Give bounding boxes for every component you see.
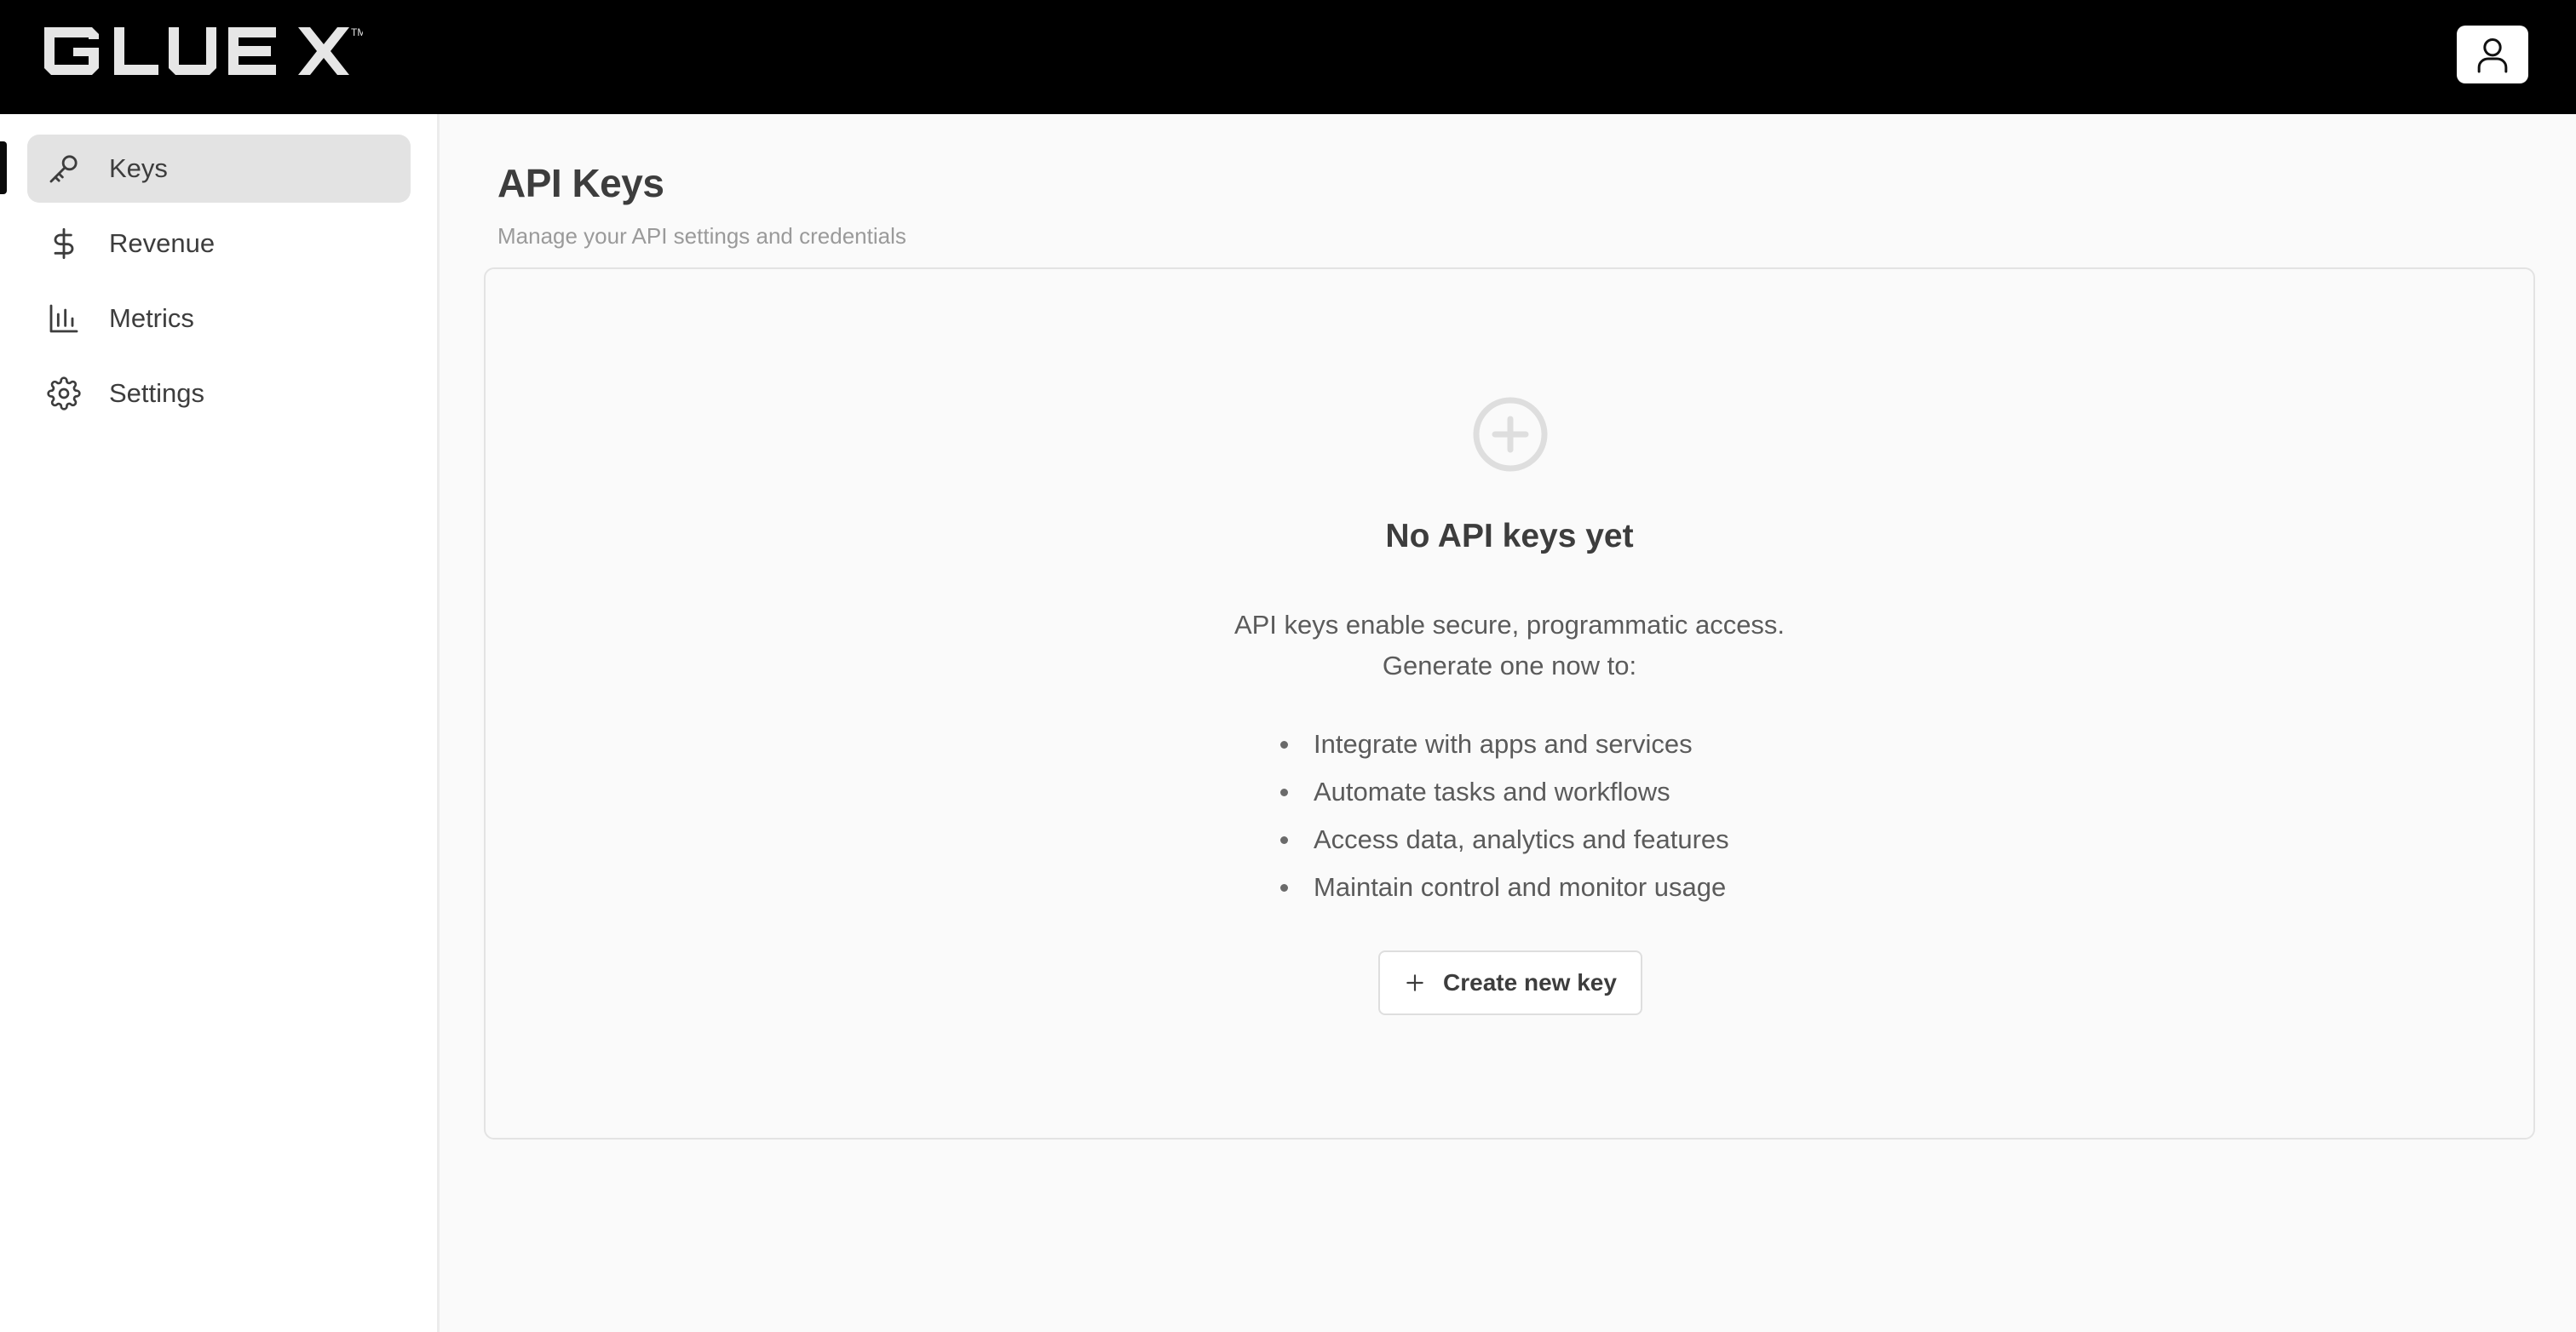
list-item: Automate tasks and workflows — [1274, 768, 1729, 816]
gear-icon — [46, 376, 82, 411]
benefits-list: Integrate with apps and services Automat… — [1274, 721, 1729, 911]
create-new-key-button[interactable]: Create new key — [1378, 950, 1642, 1015]
sidebar-item-label: Settings — [109, 378, 205, 408]
api-keys-empty-state: No API keys yet API keys enable secure, … — [484, 267, 2535, 1140]
list-item: Integrate with apps and services — [1274, 721, 1729, 768]
top-header: TM — [0, 0, 2576, 114]
bullet-icon — [1280, 884, 1288, 892]
sidebar-item-label: Metrics — [109, 303, 194, 333]
bullet-icon — [1280, 836, 1288, 844]
bullet-icon — [1280, 789, 1288, 796]
active-indicator — [0, 141, 7, 194]
list-item-text: Maintain control and monitor usage — [1314, 872, 1727, 902]
empty-state-title: No API keys yet — [1385, 518, 1634, 554]
list-item-text: Access data, analytics and features — [1314, 824, 1729, 854]
dollar-icon — [46, 226, 82, 261]
sidebar-item-revenue[interactable]: Revenue — [27, 210, 411, 278]
list-item: Maintain control and monitor usage — [1274, 864, 1729, 911]
sidebar-item-label: Keys — [109, 153, 168, 183]
empty-state-description-line: API keys enable secure, programmatic acc… — [1233, 610, 1785, 640]
sidebar-item-metrics[interactable]: Metrics — [27, 284, 411, 353]
sidebar: Keys Revenue Metrics Settings — [0, 114, 440, 1332]
key-icon — [46, 151, 82, 187]
list-item: Access data, analytics and features — [1274, 816, 1729, 864]
bar-chart-icon — [46, 301, 82, 336]
list-item-text: Automate tasks and workflows — [1314, 777, 1670, 807]
user-icon — [2477, 38, 2508, 73]
logo[interactable]: TM — [39, 22, 363, 82]
page-subtitle: Manage your API settings and credentials — [497, 223, 906, 249]
plus-circle-icon — [1473, 397, 1548, 472]
empty-state-description: API keys enable secure, programmatic acc… — [486, 605, 2533, 686]
sidebar-item-label: Revenue — [109, 228, 216, 258]
bullet-icon — [1280, 741, 1288, 749]
create-new-key-label: Create new key — [1443, 969, 1617, 996]
empty-state-description-line: Generate one now to: — [1382, 651, 1637, 680]
page-title: API Keys — [497, 161, 664, 205]
logo-trademark: TM — [351, 26, 363, 38]
logo-wordmark: TM — [44, 26, 363, 75]
list-item-text: Integrate with apps and services — [1314, 729, 1693, 759]
plus-icon — [1404, 972, 1426, 994]
sidebar-item-keys[interactable]: Keys — [27, 135, 411, 203]
account-button[interactable] — [2457, 26, 2528, 83]
sidebar-item-settings[interactable]: Settings — [27, 359, 411, 428]
